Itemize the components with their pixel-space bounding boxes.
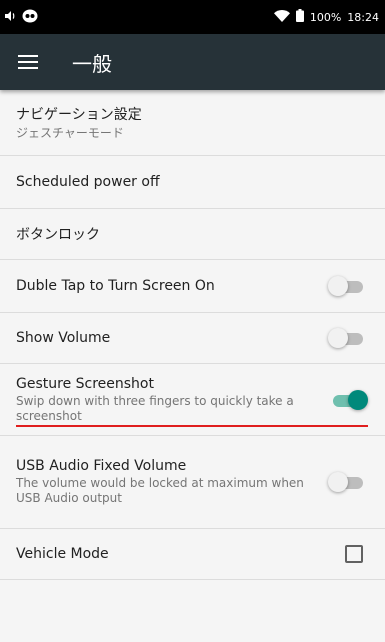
setting-usb-audio-title: USB Audio Fixed Volume bbox=[16, 458, 187, 474]
setting-usb-audio-summary: The volume would be locked at maximum wh… bbox=[16, 476, 304, 505]
battery-percent: 100% bbox=[309, 10, 342, 24]
gesture-screenshot-toggle[interactable] bbox=[331, 389, 368, 410]
setting-double-tap-title: Duble Tap to Turn Screen On bbox=[16, 278, 215, 294]
notification-app-icon bbox=[22, 9, 38, 26]
setting-gesture-screenshot-title: Gesture Screenshot bbox=[16, 375, 154, 392]
setting-gesture-screenshot-summary: Swip down with three fingers to quickly … bbox=[16, 393, 294, 423]
setting-gesture-screenshot[interactable]: Gesture Screenshot Swip down with three … bbox=[0, 364, 385, 436]
setting-show-volume[interactable]: Show Volume bbox=[0, 313, 385, 364]
double-tap-toggle[interactable] bbox=[328, 276, 365, 296]
setting-navigation[interactable]: ナビゲーション設定 ジェスチャーモード bbox=[0, 90, 385, 156]
setting-button-lock-title: ボタンロック bbox=[16, 227, 100, 243]
setting-navigation-summary: ジェスチャーモード bbox=[16, 126, 124, 140]
setting-scheduled-power-off[interactable]: Scheduled power off bbox=[0, 156, 385, 209]
setting-button-lock[interactable]: ボタンロック bbox=[0, 209, 385, 260]
app-toolbar: 一般 bbox=[0, 34, 385, 90]
wifi-icon bbox=[273, 9, 290, 25]
setting-usb-audio-fixed-volume[interactable]: USB Audio Fixed Volume The volume would … bbox=[0, 436, 385, 529]
vehicle-mode-checkbox[interactable] bbox=[345, 545, 363, 563]
battery-icon bbox=[295, 9, 304, 25]
setting-navigation-title: ナビゲーション設定 bbox=[16, 107, 142, 123]
hamburger-menu-icon[interactable] bbox=[18, 55, 38, 69]
setting-show-volume-title: Show Volume bbox=[16, 330, 111, 346]
setting-double-tap[interactable]: Duble Tap to Turn Screen On bbox=[0, 260, 385, 313]
setting-vehicle-mode-title: Vehicle Mode bbox=[16, 546, 109, 562]
status-time: 18:24 bbox=[347, 10, 379, 24]
status-bar: 100% 18:24 bbox=[0, 0, 385, 34]
setting-scheduled-power-off-title: Scheduled power off bbox=[16, 174, 160, 190]
show-volume-toggle[interactable] bbox=[328, 328, 365, 348]
page-title: 一般 bbox=[72, 51, 112, 76]
highlight-underline bbox=[16, 425, 368, 427]
usb-audio-toggle[interactable] bbox=[328, 472, 365, 492]
setting-vehicle-mode[interactable]: Vehicle Mode bbox=[0, 529, 385, 580]
settings-list: ナビゲーション設定 ジェスチャーモード Scheduled power off … bbox=[0, 90, 385, 580]
volume-icon bbox=[4, 10, 16, 25]
